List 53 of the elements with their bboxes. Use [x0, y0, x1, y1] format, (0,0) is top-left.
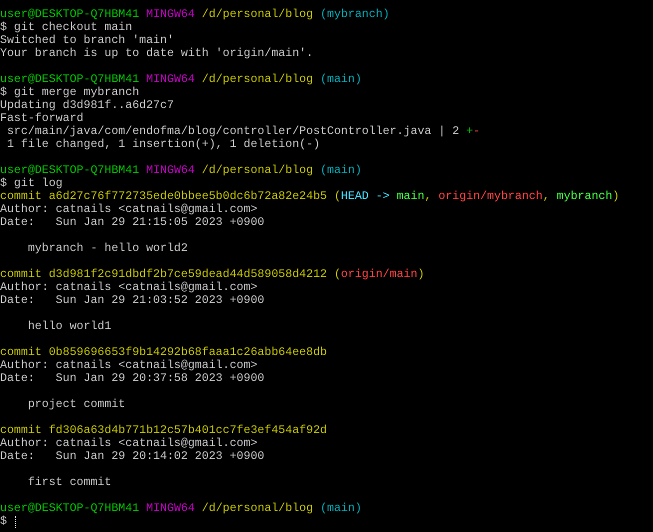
- terminal-text: -: [473, 125, 480, 138]
- terminal-text: Author: catnails <catnails@gmail.com>: [0, 437, 258, 450]
- terminal-text: main: [396, 190, 424, 203]
- terminal-text: Switched to branch 'main': [0, 34, 174, 47]
- command-prompt: $: [0, 515, 8, 528]
- terminal-text: ,: [542, 190, 551, 203]
- terminal-text: mybranch - hello world2: [26, 242, 188, 255]
- terminal-text: src/main/java/com/endofma/blog/controller/PostController.java | 2: [6, 125, 460, 138]
- terminal-text: commit a6d27c76f772735ede0bbee5b0dc6b72a82e24b5 (: [0, 190, 341, 203]
- terminal-text: $ git log: [0, 177, 63, 190]
- terminal-text: /d/personal/blog: [202, 73, 314, 86]
- terminal-text: Updating d3d981f..a6d27c7: [0, 99, 174, 112]
- terminal-text: user@DESKTOP-Q7HBM41: [0, 502, 140, 515]
- terminal-text: MINGW64: [146, 8, 196, 21]
- terminal-text: Date: Sun Jan 29 20:14:02 2023 +0900: [0, 450, 264, 463]
- terminal-text: $ git merge mybranch: [0, 86, 140, 99]
- terminal-text: (mybranch): [320, 8, 390, 21]
- terminal-text: (main): [320, 164, 362, 177]
- terminal-text: commit d3d981f2c91dbdf2b7ce59dead44d589058d4212 (: [0, 268, 341, 281]
- terminal-text: user@DESKTOP-Q7HBM41: [0, 8, 140, 21]
- terminal-text: /d/personal/blog: [202, 502, 314, 515]
- terminal-text: ): [612, 190, 620, 203]
- terminal-text: hello world1: [26, 320, 112, 333]
- terminal-text: Fast-forward: [0, 112, 84, 125]
- terminal-text: Date: Sun Jan 29 20:37:58 2023 +0900: [0, 372, 264, 385]
- terminal-text: origin/mybranch: [438, 190, 543, 203]
- terminal-text: MINGW64: [146, 164, 196, 177]
- terminal-text: (main): [320, 73, 362, 86]
- terminal-text: Date: Sun Jan 29 21:03:52 2023 +0900: [0, 294, 264, 307]
- terminal-text: MINGW64: [146, 502, 196, 515]
- terminal-text: commit fd306a63d4b771b12c57b401cc7fe3ef454af92d: [0, 424, 327, 437]
- terminal-text: user@DESKTOP-Q7HBM41: [0, 73, 140, 86]
- terminal-text: user@DESKTOP-Q7HBM41: [0, 164, 140, 177]
- terminal-text: Author: catnails <catnails@gmail.com>: [0, 203, 258, 216]
- terminal-text: Author: catnails <catnails@gmail.com>: [0, 359, 258, 372]
- terminal-text: +: [466, 125, 474, 138]
- terminal-text: mybranch: [556, 190, 612, 203]
- terminal-text: /d/personal/blog: [202, 164, 314, 177]
- terminal-text: Date: Sun Jan 29 21:15:05 2023 +0900: [0, 216, 264, 229]
- terminal-text: $ git checkout main: [0, 21, 132, 34]
- terminal-text: 1 file changed, 1 insertion(+), 1 deletion(-): [6, 138, 320, 151]
- terminal-text: (main): [320, 502, 362, 515]
- terminal-text: commit 0b859696653f9b14292b68faaa1c26abb64ee8db: [0, 346, 327, 359]
- terminal-text: Author: catnails <catnails@gmail.com>: [0, 281, 258, 294]
- terminal-text: origin/main: [340, 268, 418, 281]
- terminal-text: project commit: [26, 398, 126, 411]
- terminal-text: HEAD ->: [340, 190, 391, 203]
- terminal-text: Your branch is up to date with 'origin/main'.: [0, 47, 314, 60]
- terminal-text: MINGW64: [146, 73, 196, 86]
- terminal-text: first commit: [26, 476, 112, 489]
- terminal-text: /d/personal/blog: [202, 8, 314, 21]
- terminal-text: ): [417, 268, 424, 281]
- terminal-text: ,: [424, 190, 432, 203]
